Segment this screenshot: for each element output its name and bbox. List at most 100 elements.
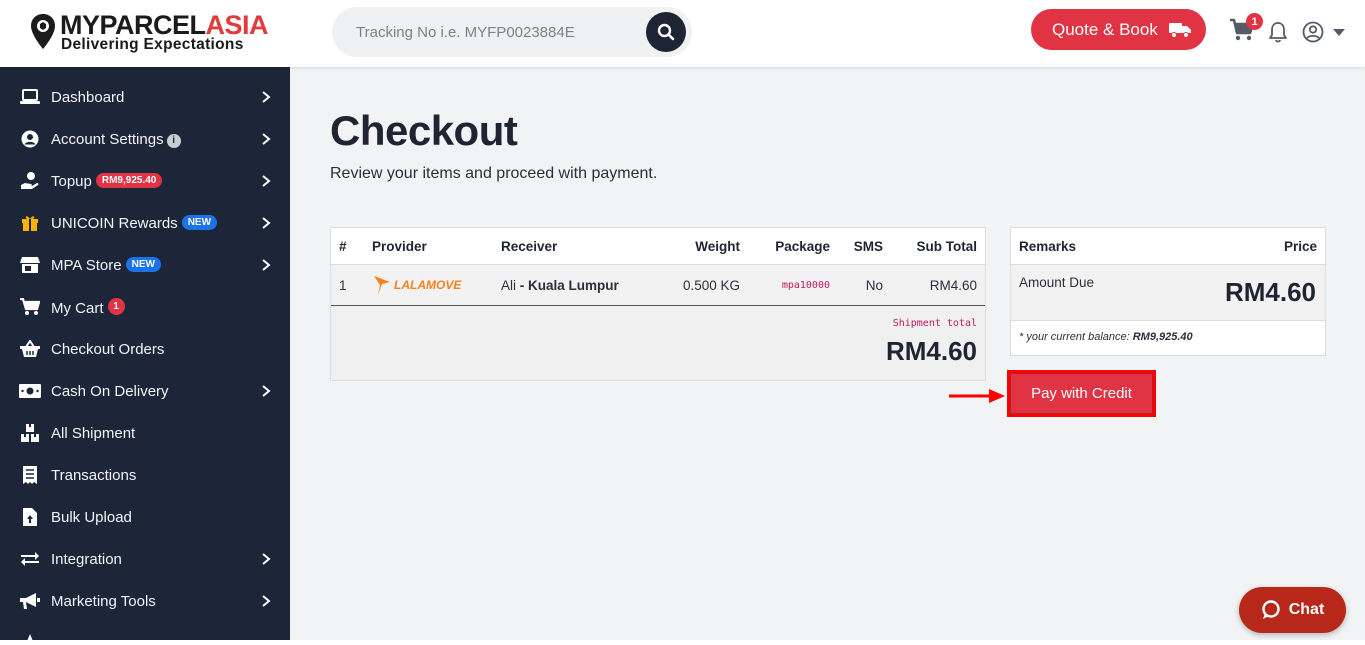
- sms-cell: No: [865, 277, 883, 293]
- quote-and-book-button[interactable]: Quote & Book: [1031, 9, 1206, 50]
- amount-due-label: Amount Due: [1019, 275, 1095, 290]
- sidebar-item-label: Bulk Upload: [51, 508, 132, 526]
- column-header: SMS: [853, 238, 883, 254]
- amount-due-row: Amount Due RM4.60: [1011, 265, 1325, 321]
- column-header: Receiver: [501, 238, 558, 254]
- sidebar-item-transactions[interactable]: Transactions: [0, 454, 290, 496]
- sidebar-item-label: Account Settings: [51, 130, 164, 148]
- chevron-right-icon: [262, 133, 271, 145]
- exchange-icon: [19, 548, 41, 570]
- bell-icon[interactable]: [1268, 21, 1288, 43]
- summary-header: Remarks Price: [1011, 228, 1325, 265]
- sidebar-item-cash-on-delivery[interactable]: Cash On Delivery: [0, 370, 290, 412]
- sidebar-item-topup[interactable]: Topup RM9,925.40: [0, 160, 290, 202]
- sidebar-item-marketing-tools[interactable]: Marketing Tools: [0, 580, 290, 622]
- chevron-right-icon: [262, 385, 271, 397]
- column-header: Package: [775, 238, 830, 254]
- column-header: Provider: [372, 238, 427, 254]
- balance-value: RM9,925.40: [1132, 331, 1193, 343]
- store-icon: [19, 254, 41, 276]
- provider-logo: LALAMOVE: [372, 265, 461, 305]
- cart-count-badge: 1: [107, 297, 125, 315]
- sidebar-item-account-settings[interactable]: Account Settings i: [0, 118, 290, 160]
- search-icon: [657, 23, 675, 41]
- balance-prefix: * your current balance:: [1019, 331, 1133, 343]
- star-icon: [19, 632, 41, 640]
- column-header: Weight: [695, 238, 740, 254]
- sidebar-item-label: Checkout Orders: [51, 340, 165, 358]
- info-icon[interactable]: i: [166, 133, 181, 148]
- subtotal-cell: RM4.60: [929, 277, 977, 293]
- remarks-header: Remarks: [1019, 238, 1077, 254]
- page-title: Checkout: [330, 107, 518, 154]
- user-account-icon[interactable]: [1302, 21, 1324, 43]
- sidebar-item-integration[interactable]: Integration: [0, 538, 290, 580]
- lalamove-icon: [374, 276, 390, 295]
- laptop-icon: [19, 86, 41, 108]
- receiver-separator: -: [516, 277, 529, 293]
- search-button[interactable]: [646, 12, 686, 52]
- sidebar-item-unicoin-rewards[interactable]: UNICOIN Rewards NEW: [0, 202, 290, 244]
- logo-brand-text: MYPARCELASIA: [60, 10, 269, 40]
- tracking-search-input[interactable]: [356, 19, 656, 45]
- logo-tagline: Delivering Expectations: [61, 36, 244, 53]
- sidebar-item-bulk-upload[interactable]: Bulk Upload: [0, 496, 290, 538]
- price-header: Price: [1283, 238, 1317, 254]
- receiver-cell: Ali - Kuala Lumpur: [501, 265, 619, 305]
- bottom-strip: [0, 640, 1365, 645]
- quote-and-book-label: Quote & Book: [1052, 19, 1158, 39]
- user-circle-icon: [19, 128, 41, 150]
- cart-icon: [19, 296, 41, 318]
- money-icon: [19, 380, 41, 402]
- table-row: 1 LALAMOVE Ali - Kuala Lumpur 0.500 KG m…: [331, 265, 985, 306]
- package-cell: mpa10000: [781, 279, 830, 291]
- payment-summary: Remarks Price Amount Due RM4.60 * your c…: [1010, 227, 1326, 356]
- column-header: Sub Total: [916, 238, 978, 254]
- order-table-header: # Provider Receiver Weight Package SMS S…: [331, 228, 985, 265]
- sidebar-item-partial[interactable]: [0, 622, 290, 640]
- hand-coin-icon: [19, 170, 41, 192]
- sidebar-item-label: My Cart: [51, 299, 104, 317]
- receiver-name: Ali: [501, 277, 517, 293]
- chevron-right-icon: [262, 259, 271, 271]
- page-subtitle: Review your items and proceed with payme…: [330, 165, 658, 182]
- chevron-right-icon: [262, 91, 271, 103]
- chevron-right-icon: [262, 217, 271, 229]
- receipt-icon: [19, 464, 41, 486]
- sidebar-nav: Dashboard Account Settings i Topup RM9,925…: [0, 67, 290, 640]
- pay-with-credit-button[interactable]: Pay with Credit: [1007, 370, 1156, 417]
- amount-due-value: RM4.60: [1224, 277, 1316, 307]
- sidebar-item-label: MPA Store: [51, 256, 122, 274]
- chat-button[interactable]: Chat: [1239, 587, 1346, 633]
- sidebar-item-label: Cash On Delivery: [51, 382, 169, 400]
- sidebar-item-label: UNICOIN Rewards: [51, 214, 178, 232]
- balance-badge: RM9,925.40: [95, 172, 163, 188]
- chevron-right-icon: [262, 175, 271, 187]
- order-table: # Provider Receiver Weight Package SMS S…: [330, 227, 986, 381]
- sidebar-item-mpa-store[interactable]: MPA Store NEW: [0, 244, 290, 286]
- tracking-search: [332, 7, 692, 57]
- delivery-truck-icon: [1168, 22, 1191, 38]
- cart-count-badge: 1: [1246, 13, 1263, 30]
- top-header: MYPARCELASIA Delivering Expectations Quo…: [0, 0, 1365, 67]
- shipment-total-value: RM4.60: [885, 336, 977, 366]
- current-balance-note: * your current balance: RM9,925.40: [1019, 331, 1193, 343]
- brand-logo[interactable]: MYPARCELASIA Delivering Expectations: [30, 11, 280, 55]
- sidebar-item-all-shipment[interactable]: All Shipment: [0, 412, 290, 454]
- weight-cell: 0.500 KG: [682, 277, 740, 293]
- sidebar-item-checkout-orders[interactable]: Checkout Orders: [0, 328, 290, 370]
- shipment-total-label: Shipment total: [892, 318, 977, 329]
- location-pin-icon: [31, 14, 55, 49]
- sidebar-item-dashboard[interactable]: Dashboard: [0, 76, 290, 118]
- megaphone-icon: [19, 590, 41, 612]
- sidebar-item-my-cart[interactable]: My Cart 1: [0, 286, 290, 328]
- new-badge: NEW: [125, 256, 161, 272]
- sidebar-item-label: Transactions: [51, 466, 137, 484]
- boxes-icon: [19, 422, 41, 444]
- red-arrow-icon: [949, 389, 1005, 403]
- chat-bubble-icon: [1262, 600, 1280, 619]
- file-upload-icon: [19, 506, 41, 528]
- row-index: 1: [339, 277, 347, 293]
- new-badge: NEW: [181, 214, 218, 230]
- chevron-down-icon[interactable]: [1333, 29, 1345, 37]
